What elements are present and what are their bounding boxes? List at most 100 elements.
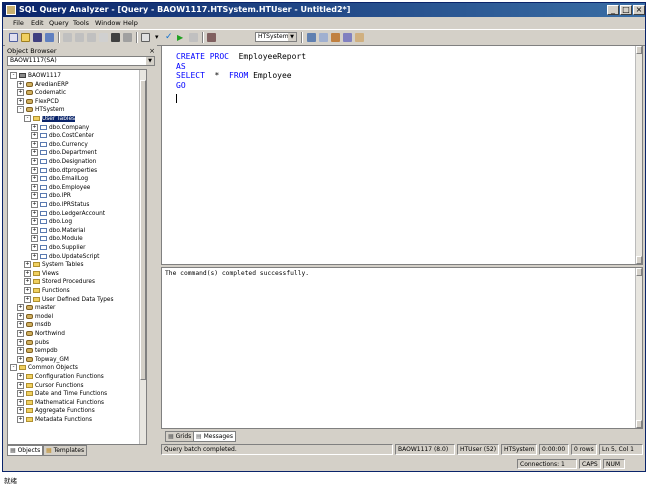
execute-icon[interactable]: ▶ — [177, 33, 186, 42]
expand-icon[interactable]: + — [17, 381, 24, 389]
expand-icon[interactable]: + — [31, 235, 38, 243]
tree-item[interactable]: + FlexPCD — [17, 97, 59, 107]
open-icon[interactable] — [21, 33, 30, 42]
tree-item[interactable]: + Mathematical Functions — [17, 398, 104, 408]
expand-icon[interactable]: + — [31, 183, 38, 191]
tree-item[interactable]: + model — [17, 312, 53, 322]
expand-icon[interactable]: + — [17, 416, 24, 423]
expand-icon[interactable]: + — [31, 252, 38, 260]
expand-icon[interactable]: + — [31, 209, 38, 217]
tree-item[interactable]: + dbo.Designation — [31, 158, 96, 167]
tree-item[interactable]: - User Tables — [24, 115, 76, 124]
execute-mode-icon[interactable] — [141, 33, 150, 42]
minimize-button[interactable]: _ — [607, 5, 619, 15]
expand-icon[interactable]: + — [31, 149, 38, 157]
expand-icon[interactable]: + — [31, 140, 38, 148]
tree-item[interactable]: + Stored Procedures — [24, 278, 95, 287]
collapse-icon[interactable]: - — [17, 106, 24, 114]
tree-item[interactable]: + dbo.Module — [31, 235, 83, 244]
scrollbar-thumb[interactable] — [140, 80, 146, 380]
tree-item[interactable]: + Codematic — [17, 89, 66, 98]
tree-item[interactable]: + dbo.Supplier — [31, 244, 86, 253]
tree-item[interactable]: + msdb — [17, 321, 51, 330]
cut-icon[interactable] — [63, 33, 72, 42]
tree-item[interactable]: + dbo.LedgerAccount — [31, 209, 105, 219]
tree-item[interactable]: + Date and Time Functions — [17, 390, 107, 399]
tree-item[interactable]: + Northwind — [17, 330, 65, 339]
results-pane-icon[interactable] — [355, 33, 364, 42]
tree-item[interactable]: + master — [17, 304, 55, 313]
scroll-down-button[interactable] — [636, 256, 642, 264]
tree-item[interactable]: + dbo.Department — [31, 149, 97, 158]
menu-help[interactable]: Help — [123, 19, 138, 27]
tree-item[interactable]: + dbo.Company — [31, 123, 89, 133]
tree-item[interactable]: + tempdb — [17, 347, 58, 356]
tab-grids[interactable]: ▦ Grids — [165, 431, 195, 442]
expand-icon[interactable]: + — [31, 226, 38, 234]
close-button[interactable]: × — [633, 5, 645, 15]
tree-item[interactable]: + dbo.dtproperties — [31, 166, 97, 176]
tree-item[interactable]: + dbo.CostCenter — [31, 132, 94, 141]
tree-item[interactable]: + dbo.IPRStatus — [31, 201, 89, 210]
insert-template-icon[interactable] — [45, 33, 54, 42]
expand-icon[interactable]: + — [17, 347, 24, 355]
menu-query[interactable]: Query — [49, 19, 69, 27]
tree-item[interactable]: + Functions — [24, 287, 70, 296]
menu-edit[interactable]: Edit — [31, 19, 44, 27]
menu-window[interactable]: Window — [95, 19, 121, 27]
tree-item[interactable]: + dbo.UpdateScript — [31, 252, 99, 262]
expand-icon[interactable]: + — [31, 132, 38, 140]
tab-messages[interactable]: ▤ Messages — [193, 431, 237, 442]
collapse-icon[interactable]: - — [24, 115, 31, 122]
dropdown-arrow-icon[interactable]: ▾ — [155, 33, 164, 42]
expand-icon[interactable]: + — [17, 89, 24, 97]
scroll-down-button[interactable] — [636, 420, 642, 428]
tree-item[interactable]: + pubs — [17, 338, 49, 348]
expand-icon[interactable]: + — [17, 97, 24, 105]
cancel-query-icon[interactable] — [189, 33, 198, 42]
tree-item[interactable]: + dbo.Log — [31, 218, 72, 227]
scroll-up-button[interactable] — [636, 268, 642, 276]
expand-icon[interactable]: + — [31, 244, 38, 251]
tree-item[interactable]: + User Defined Data Types — [24, 295, 114, 305]
tab-templates[interactable]: ▦ Templates — [43, 445, 88, 456]
menu-tools[interactable]: Tools — [73, 19, 89, 27]
tree-scrollbar[interactable] — [139, 70, 146, 444]
expand-icon[interactable]: + — [17, 80, 24, 88]
expand-icon[interactable]: + — [17, 373, 24, 380]
server-select[interactable]: BAOW1117(SA) ▼ — [7, 56, 155, 66]
estimated-plan-icon[interactable] — [307, 33, 316, 42]
expand-icon[interactable]: + — [17, 355, 24, 363]
tree-item[interactable]: + Views — [24, 269, 59, 279]
expand-icon[interactable]: + — [24, 269, 31, 277]
object-search-icon[interactable] — [331, 33, 340, 42]
tree-item[interactable]: + AredianERP — [17, 80, 69, 90]
expand-icon[interactable]: + — [17, 321, 24, 329]
scroll-up-button[interactable] — [636, 46, 642, 54]
tree-item[interactable]: + Topway_GM — [17, 355, 69, 365]
expand-icon[interactable]: + — [24, 261, 31, 269]
tree-item[interactable]: + dbo.IPR — [31, 192, 71, 201]
find-icon[interactable] — [111, 33, 120, 42]
paste-icon[interactable] — [87, 33, 96, 42]
database-select[interactable]: HTSystem ▼ — [255, 32, 297, 42]
query-text[interactable]: CREATE PROC EmployeeReport AS SELECT * FRO… — [176, 52, 306, 90]
tree-item[interactable]: + System Tables — [24, 261, 83, 270]
new-query-icon[interactable] — [9, 33, 18, 42]
expand-icon[interactable]: + — [17, 330, 24, 337]
collapse-icon[interactable]: - — [10, 364, 17, 372]
tree-item[interactable]: + Configuration Functions — [17, 373, 104, 382]
expand-icon[interactable]: + — [24, 287, 31, 294]
results-scrollbar[interactable] — [635, 268, 642, 428]
maximize-button[interactable]: □ — [620, 5, 632, 15]
expand-icon[interactable]: + — [17, 338, 24, 346]
tree-item[interactable]: - HTSystem — [17, 106, 65, 115]
expand-icon[interactable]: + — [31, 192, 38, 200]
expand-icon[interactable]: + — [31, 175, 38, 183]
expand-icon[interactable]: + — [17, 304, 24, 312]
tree-item[interactable]: + Aggregate Functions — [17, 407, 95, 416]
expand-icon[interactable]: + — [17, 398, 24, 406]
query-editor[interactable]: CREATE PROC EmployeeReport AS SELECT * FRO… — [161, 45, 643, 265]
expand-icon[interactable]: + — [31, 166, 38, 174]
parse-icon[interactable]: ✓ — [165, 33, 174, 42]
